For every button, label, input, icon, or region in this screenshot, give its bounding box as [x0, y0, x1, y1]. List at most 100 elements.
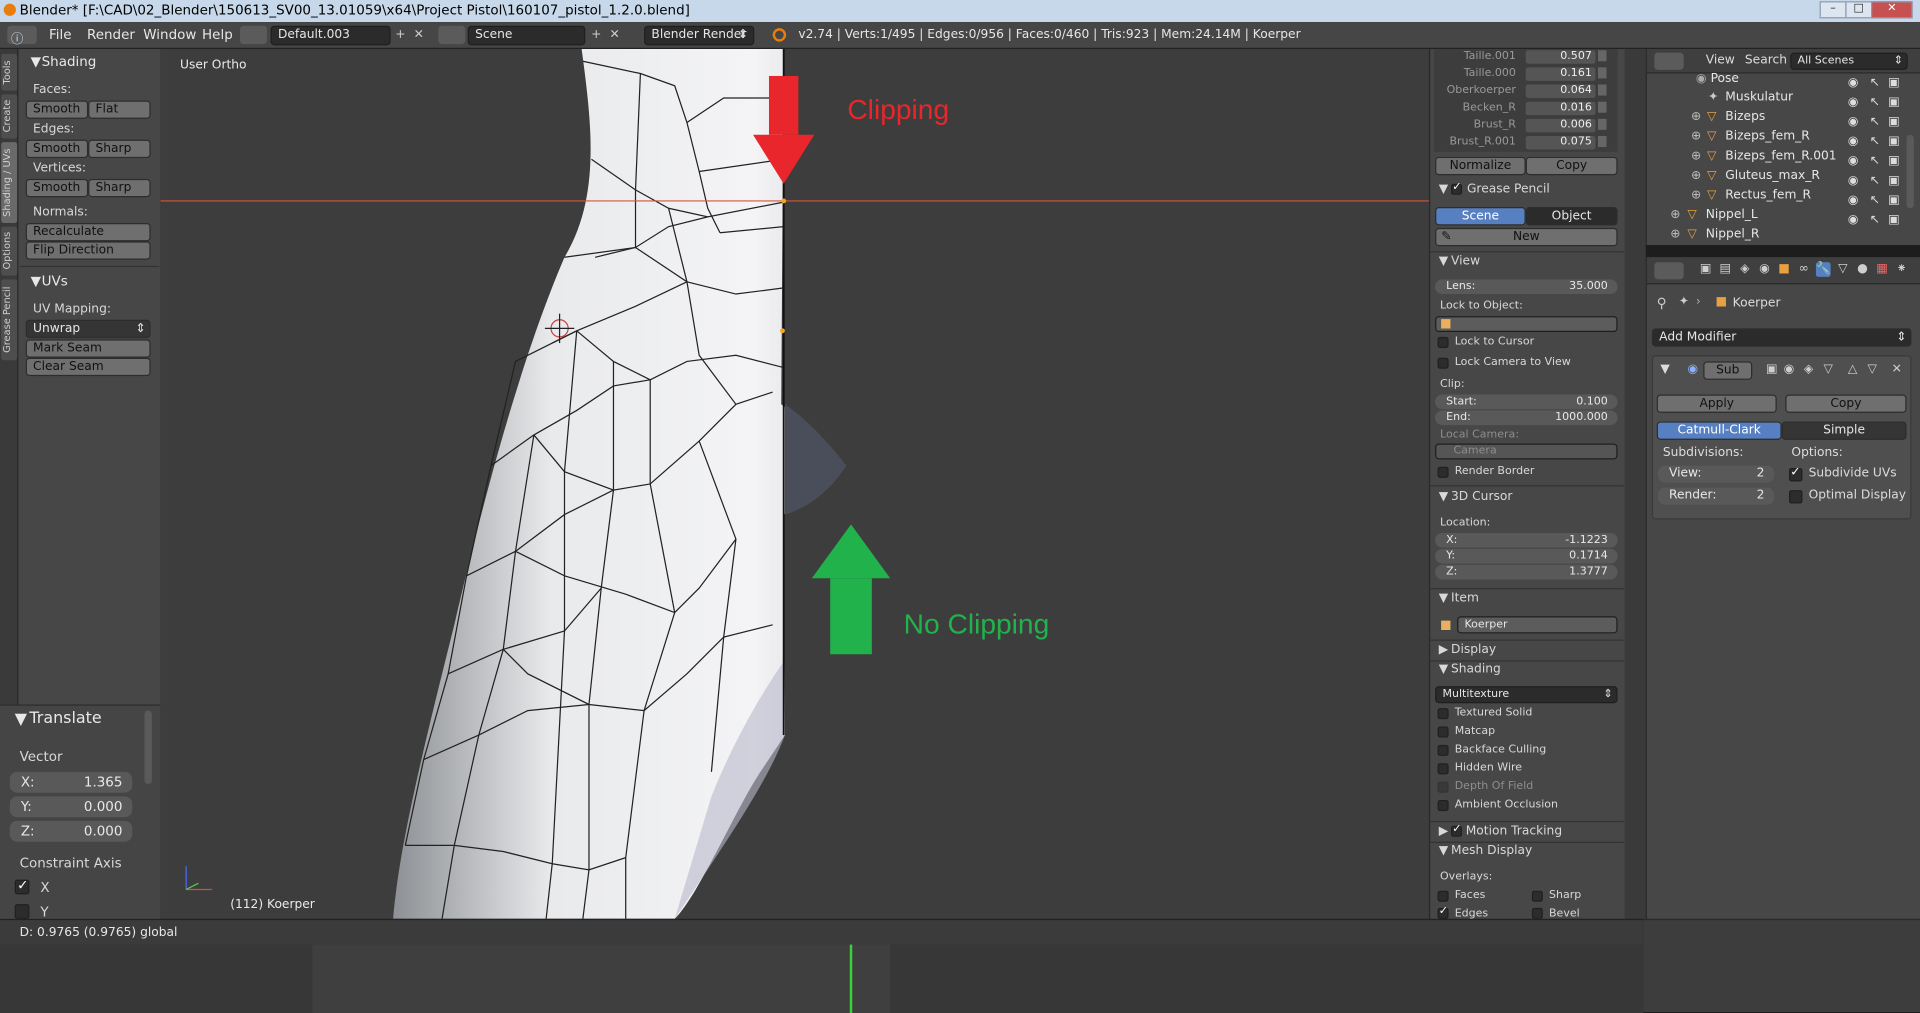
cursor-arrow-icon[interactable]: ↖: [1870, 74, 1882, 94]
add-layout-icon[interactable]: +: [393, 28, 408, 43]
edges-smooth-button[interactable]: Smooth: [25, 139, 89, 159]
lens-field[interactable]: Lens: 35.000: [1435, 279, 1618, 295]
camera-icon[interactable]: ▣: [1888, 191, 1900, 211]
tab-tools[interactable]: Tools: [1, 53, 18, 91]
modifiers-tab-icon[interactable]: 🔧: [1815, 262, 1831, 277]
render-border-checkbox[interactable]: [1437, 466, 1449, 478]
outliner-row[interactable]: ⊕ ▽ Bizeps_fem_R.001: [1647, 147, 1904, 167]
cursor-panel-title[interactable]: 3D Cursor: [1451, 490, 1512, 503]
object-tab-icon[interactable]: ■: [1777, 262, 1792, 277]
grease-pencil-collapse-icon[interactable]: ▼: [1439, 183, 1448, 196]
expand-icon[interactable]: ⊕: [1670, 225, 1680, 245]
hidden-wire-checkbox[interactable]: [1437, 763, 1449, 775]
expand-icon[interactable]: ⊕: [1691, 127, 1701, 147]
normalize-button[interactable]: Normalize: [1435, 156, 1526, 176]
faces-smooth-button[interactable]: Smooth: [25, 100, 89, 119]
constraint-x-checkbox[interactable]: ✓: [14, 877, 30, 895]
expand-icon[interactable]: ⊕: [1670, 206, 1680, 226]
eye-icon[interactable]: ◉: [1848, 172, 1860, 192]
shape-key-row[interactable]: Oberkoerper 0.064: [1436, 84, 1620, 101]
particles-tab-icon[interactable]: ⁕: [1894, 262, 1909, 277]
shape-key-row[interactable]: Brust_R.001 0.075: [1436, 135, 1620, 152]
expand-icon[interactable]: ⊕: [1691, 186, 1701, 206]
maximize-button[interactable]: □: [1845, 1, 1873, 19]
shape-key-icon[interactable]: [1597, 50, 1607, 62]
render-engine-select[interactable]: Blender Render ⇕: [644, 25, 755, 46]
outliner-row[interactable]: ⊕ ▽ Nippel_L: [1647, 206, 1904, 226]
expand-icon[interactable]: ⊕: [1691, 167, 1701, 187]
shading-panel-title[interactable]: Shading: [42, 54, 97, 70]
cursor-arrow-icon[interactable]: ↖: [1870, 211, 1882, 231]
overlay-faces-checkbox[interactable]: [1437, 890, 1449, 902]
vector-y-field[interactable]: Y: 0.000: [9, 796, 133, 818]
motion-tracking-title[interactable]: Motion Tracking: [1466, 825, 1562, 838]
remove-scene-icon[interactable]: ✕: [607, 28, 622, 43]
faces-flat-button[interactable]: Flat: [88, 100, 151, 119]
local-camera-field[interactable]: Camera: [1435, 443, 1618, 460]
cursor-arrow-icon[interactable]: ↖: [1870, 172, 1882, 192]
simple-button[interactable]: Simple: [1781, 421, 1907, 440]
shape-key-icon[interactable]: [1597, 101, 1607, 113]
flip-direction-button[interactable]: Flip Direction: [25, 241, 151, 260]
grease-pencil-checkbox[interactable]: ✓: [1451, 181, 1463, 195]
data-tab-icon[interactable]: ▽: [1836, 262, 1851, 277]
expand-icon[interactable]: ⊕: [1691, 147, 1701, 167]
ambient-occlusion-checkbox[interactable]: [1437, 800, 1449, 812]
cursor-arrow-icon[interactable]: ↖: [1870, 132, 1882, 152]
clip-start-field[interactable]: Start: 0.100: [1435, 394, 1618, 410]
display-expand-icon[interactable]: ▶: [1439, 643, 1448, 656]
overlay-edges-checkbox[interactable]: ✓: [1437, 905, 1449, 919]
menu-file[interactable]: File: [49, 27, 72, 43]
menu-help[interactable]: Help: [202, 27, 233, 43]
subdivide-uvs-checkbox[interactable]: ✓: [1788, 466, 1803, 482]
scene-icon[interactable]: [438, 25, 466, 45]
vertices-sharp-button[interactable]: Sharp: [88, 178, 151, 198]
eye-icon[interactable]: ◉: [1848, 211, 1860, 231]
shape-key-row[interactable]: Brust_R 0.006: [1436, 118, 1620, 135]
backface-culling-checkbox[interactable]: [1437, 744, 1449, 756]
cursor-arrow-icon[interactable]: ↖: [1870, 113, 1882, 133]
outliner-row[interactable]: ✦ Muskulatur: [1647, 88, 1904, 108]
vertices-smooth-button[interactable]: Smooth: [25, 178, 89, 198]
outliner-scrollbar[interactable]: [1906, 134, 1914, 209]
add-scene-icon[interactable]: +: [589, 28, 604, 43]
eye-icon[interactable]: ◉: [1848, 113, 1860, 133]
pin-icon[interactable]: ⚲: [1657, 295, 1667, 311]
modifier-collapse-icon[interactable]: ▼: [1660, 363, 1669, 376]
gp-scene-button[interactable]: Scene: [1435, 207, 1526, 226]
edges-sharp-button[interactable]: Sharp: [88, 139, 151, 159]
layout-grid-icon[interactable]: [240, 25, 267, 45]
outliner-row[interactable]: ⊕ ▽ Bizeps: [1647, 108, 1904, 128]
editor-type-icon[interactable]: ⓘ: [7, 25, 37, 47]
move-down-icon[interactable]: ▽: [1865, 363, 1880, 378]
world-tab-icon[interactable]: ◉: [1757, 262, 1772, 277]
outliner-editor-icon[interactable]: [1654, 52, 1684, 70]
outliner-row[interactable]: ⊕ ▽ Nippel_R: [1647, 225, 1904, 245]
shading-panel-collapse-icon[interactable]: ▼: [31, 54, 41, 70]
cursor-arrow-icon[interactable]: ↖: [1870, 93, 1882, 113]
operator-collapse-icon[interactable]: ▼: [15, 711, 27, 729]
subdiv-view-field[interactable]: View: 2: [1657, 465, 1775, 483]
eye-icon[interactable]: ◉: [1848, 152, 1860, 172]
item-collapse-icon[interactable]: ▼: [1439, 592, 1448, 605]
view-collapse-icon[interactable]: ▼: [1439, 255, 1448, 268]
copy-modifier-button[interactable]: Copy: [1785, 394, 1907, 413]
close-button[interactable]: ✕: [1871, 1, 1913, 19]
cursor-arrow-icon[interactable]: ↖: [1870, 152, 1882, 172]
constraint-y-checkbox[interactable]: [14, 904, 30, 919]
camera-icon[interactable]: ▣: [1888, 132, 1900, 152]
cursor-x-field[interactable]: X: -1.1223: [1435, 532, 1618, 548]
mesh-display-collapse-icon[interactable]: ▼: [1439, 844, 1448, 857]
motion-tracking-expand-icon[interactable]: ▶: [1439, 825, 1448, 838]
gp-new-button[interactable]: ✎ New: [1435, 227, 1618, 247]
cursor-z-field[interactable]: Z: 1.3777: [1435, 564, 1618, 580]
viewport-toggle-icon[interactable]: ◉: [1782, 363, 1797, 378]
constraints-tab-icon[interactable]: ∞: [1796, 262, 1811, 277]
3d-viewport[interactable]: User Ortho Clipping No Clipping (112) Ko…: [160, 49, 1429, 919]
eye-icon[interactable]: ◉: [1848, 132, 1860, 152]
textured-solid-checkbox[interactable]: [1437, 708, 1449, 720]
uvs-panel-title[interactable]: UVs: [42, 273, 68, 289]
cursor-collapse-icon[interactable]: ▼: [1439, 490, 1448, 503]
menu-render[interactable]: Render: [87, 27, 135, 43]
shape-key-icon[interactable]: [1597, 135, 1607, 148]
